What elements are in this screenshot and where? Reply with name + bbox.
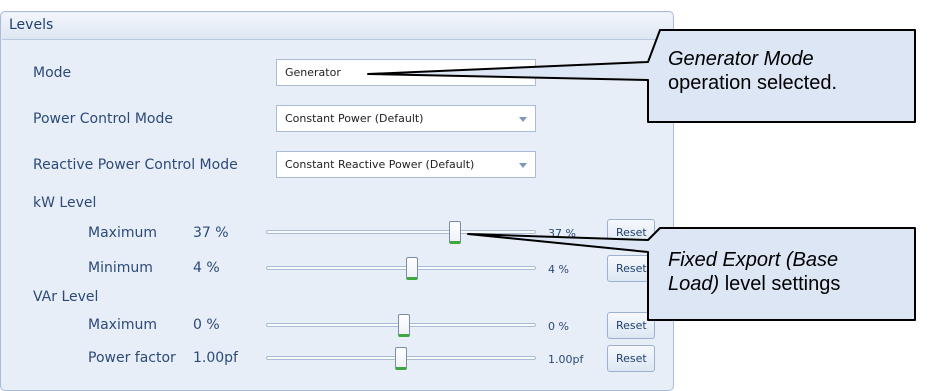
callout-mode-text: Generator Mode operation selected. xyxy=(668,47,837,95)
callout-fixed-export-italic-1: Fixed Export (Base xyxy=(668,249,839,271)
callout-mode-italic: Generator Mode xyxy=(668,48,814,70)
callout-mode-rest: operation selected. xyxy=(668,72,838,94)
callout-fixed-export-rest: level settings xyxy=(724,273,841,295)
callout-fixed-export-text: Fixed Export (Base Load) level settings xyxy=(668,248,840,296)
callout-fixed-export-italic-2: Load) xyxy=(668,273,720,295)
